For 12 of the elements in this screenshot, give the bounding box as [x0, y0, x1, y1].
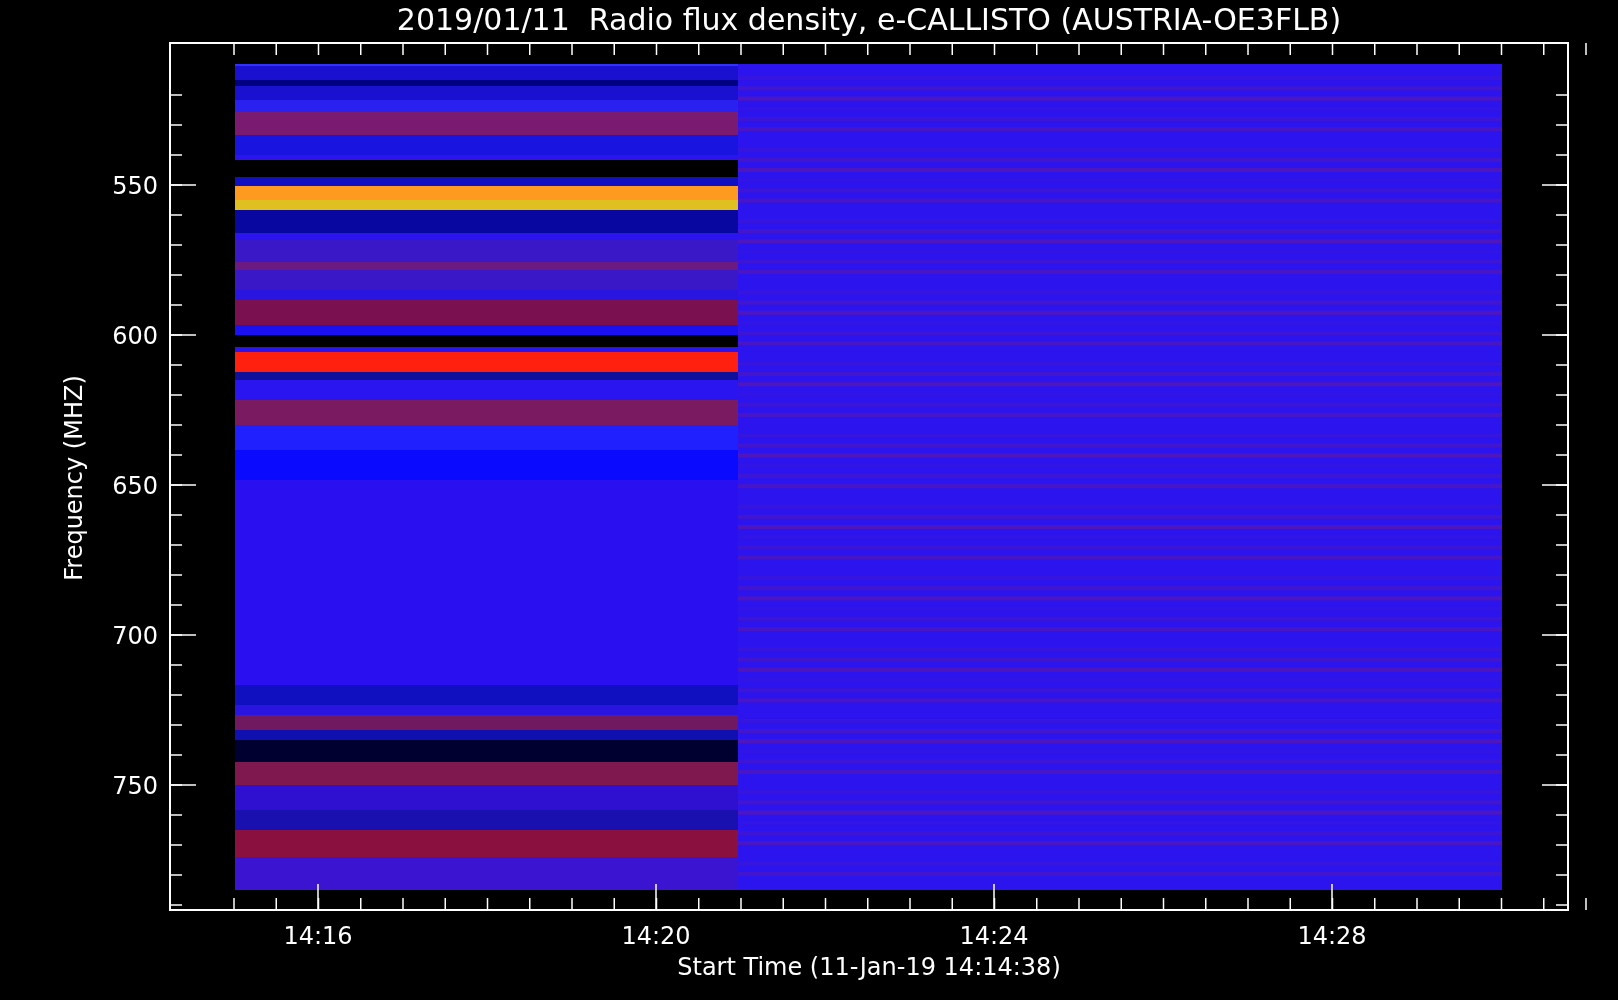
y-tick-label: 750: [112, 772, 158, 800]
y-tick-label: 650: [112, 472, 158, 500]
y-tick-label: 550: [112, 172, 158, 200]
chart-title: 2019/01/11 Radio flux density, e-CALLISTO (AUSTRIA-OE3FLB): [396, 2, 1342, 37]
y-axis-label: Frequency (MHZ): [60, 375, 88, 581]
x-tick-label: 14:20: [621, 922, 691, 950]
x-axis-label: Start Time (11-Jan-19 14:14:38): [677, 953, 1061, 981]
x-tick-label: 14:24: [959, 922, 1029, 950]
y-tick-label: 600: [112, 322, 158, 350]
x-tick-label: 14:28: [1297, 922, 1367, 950]
x-tick-label: 14:16: [283, 922, 353, 950]
y-tick-label: 700: [112, 622, 158, 650]
